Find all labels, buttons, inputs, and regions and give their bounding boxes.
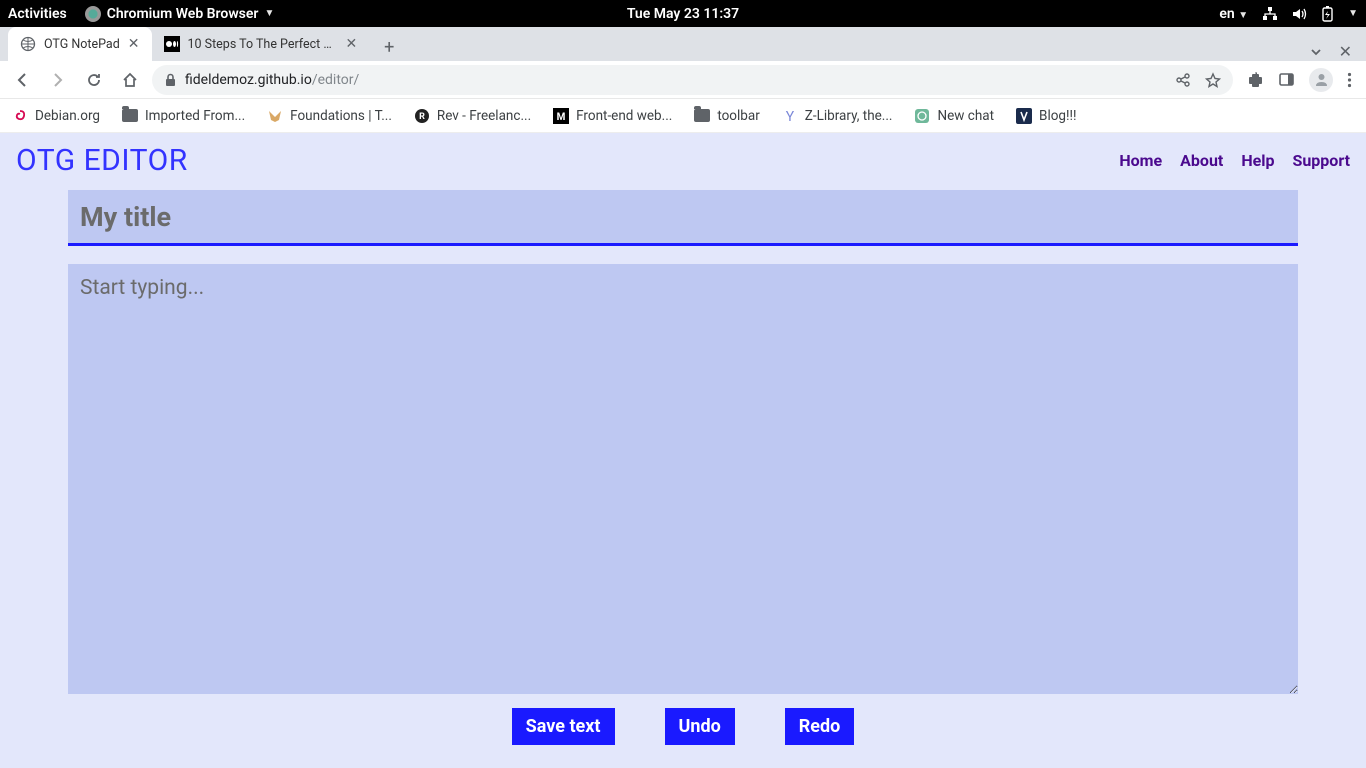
nav-about[interactable]: About bbox=[1180, 151, 1223, 170]
tab-title: OTG NotePad bbox=[44, 37, 120, 52]
bookmark-frontend[interactable]: M Front-end web... bbox=[553, 108, 672, 124]
bookmark-zlibrary[interactable]: Y Z-Library, the... bbox=[782, 108, 893, 124]
kebab-menu-icon[interactable] bbox=[1347, 72, 1352, 88]
activities-button[interactable]: Activities bbox=[8, 6, 67, 22]
bookmark-label: Z-Library, the... bbox=[805, 108, 893, 124]
bookmark-imported[interactable]: Imported From... bbox=[122, 108, 245, 124]
bookmark-label: Foundations | T... bbox=[290, 108, 392, 124]
back-button[interactable] bbox=[8, 66, 36, 94]
app-logo: OTG EDITOR bbox=[16, 143, 188, 178]
tab-strip: OTG NotePad ✕ 10 Steps To The Perfect Po… bbox=[0, 27, 1366, 61]
address-bar[interactable]: fideldemoz.github.io/editor/ bbox=[152, 65, 1233, 95]
system-menu-chevron[interactable]: ▼ bbox=[1348, 8, 1358, 19]
bookmark-newchat[interactable]: New chat bbox=[914, 108, 994, 124]
body-textarea[interactable] bbox=[68, 264, 1298, 694]
redo-button[interactable]: Redo bbox=[785, 708, 855, 745]
editor-area: Save text Undo Redo bbox=[0, 182, 1366, 745]
blog-icon bbox=[1016, 108, 1032, 124]
bookmark-label: Rev - Freelanc... bbox=[437, 108, 531, 124]
browser-toolbar: fideldemoz.github.io/editor/ bbox=[0, 61, 1366, 99]
folder-icon bbox=[694, 108, 710, 124]
profile-avatar[interactable] bbox=[1309, 68, 1333, 92]
bookmark-toolbar[interactable]: toolbar bbox=[694, 108, 759, 124]
new-tab-button[interactable]: + bbox=[375, 33, 403, 61]
chromium-icon bbox=[85, 6, 101, 22]
tab-title: 10 Steps To The Perfect Po bbox=[188, 37, 338, 52]
save-button[interactable]: Save text bbox=[512, 708, 615, 745]
chat-icon bbox=[914, 108, 930, 124]
battery-icon[interactable] bbox=[1321, 6, 1334, 22]
lock-icon bbox=[164, 73, 177, 87]
tab-close-button[interactable]: ✕ bbox=[128, 36, 140, 52]
nav-help[interactable]: Help bbox=[1241, 151, 1274, 170]
z-icon: Y bbox=[782, 108, 798, 124]
bookmarks-bar: Debian.org Imported From... Foundations … bbox=[0, 99, 1366, 133]
nav-home[interactable]: Home bbox=[1119, 151, 1162, 170]
tab-search-button[interactable] bbox=[1309, 45, 1323, 59]
fox-icon bbox=[267, 108, 283, 124]
input-language[interactable]: en ▼ bbox=[1219, 6, 1248, 22]
svg-text:Y: Y bbox=[786, 109, 795, 124]
nav-support[interactable]: Support bbox=[1292, 151, 1350, 170]
svg-text:R: R bbox=[419, 112, 425, 122]
gnome-top-bar: Activities Chromium Web Browser ▼ Tue Ma… bbox=[0, 0, 1366, 27]
bookmark-star-icon[interactable] bbox=[1205, 72, 1221, 88]
bookmark-label: Imported From... bbox=[145, 108, 245, 124]
side-panel-icon[interactable] bbox=[1278, 71, 1295, 88]
bookmark-label: Debian.org bbox=[35, 108, 100, 124]
bookmark-rev[interactable]: R Rev - Freelanc... bbox=[414, 108, 531, 124]
bookmark-label: Front-end web... bbox=[576, 108, 672, 124]
volume-icon[interactable] bbox=[1292, 7, 1307, 21]
mdn-icon: M bbox=[553, 108, 569, 124]
bookmark-foundations[interactable]: Foundations | T... bbox=[267, 108, 392, 124]
bookmark-label: toolbar bbox=[717, 108, 759, 124]
browser-tab-active[interactable]: OTG NotePad ✕ bbox=[8, 27, 152, 61]
chevron-down-icon: ▼ bbox=[264, 8, 274, 19]
bookmark-blog[interactable]: Blog!!! bbox=[1016, 108, 1076, 124]
rev-icon: R bbox=[414, 108, 430, 124]
network-icon[interactable] bbox=[1262, 7, 1278, 21]
bookmark-label: New chat bbox=[937, 108, 994, 124]
clock[interactable]: Tue May 23 11:37 bbox=[627, 6, 739, 22]
tab-close-button[interactable]: ✕ bbox=[346, 36, 358, 52]
debian-icon bbox=[12, 108, 28, 124]
medium-icon bbox=[164, 36, 180, 52]
action-row: Save text Undo Redo bbox=[68, 708, 1298, 745]
app-menu[interactable]: Chromium Web Browser ▼ bbox=[85, 6, 275, 22]
reload-button[interactable] bbox=[80, 66, 108, 94]
app-nav: Home About Help Support bbox=[1119, 151, 1350, 170]
app-header: OTG EDITOR Home About Help Support bbox=[0, 133, 1366, 182]
globe-icon bbox=[20, 36, 36, 52]
bookmark-label: Blog!!! bbox=[1039, 108, 1076, 124]
browser-tab[interactable]: 10 Steps To The Perfect Po ✕ bbox=[152, 27, 370, 61]
home-button[interactable] bbox=[116, 66, 144, 94]
forward-button[interactable] bbox=[44, 66, 72, 94]
page-content: OTG EDITOR Home About Help Support Save … bbox=[0, 133, 1366, 768]
folder-icon bbox=[122, 108, 138, 124]
extensions-icon[interactable] bbox=[1247, 71, 1264, 88]
window-close-button[interactable]: ✕ bbox=[1339, 42, 1352, 61]
title-input[interactable] bbox=[68, 190, 1298, 246]
bookmark-debian[interactable]: Debian.org bbox=[12, 108, 100, 124]
app-menu-label: Chromium Web Browser bbox=[107, 6, 259, 22]
url-text: fideldemoz.github.io/editor/ bbox=[185, 72, 359, 88]
share-icon[interactable] bbox=[1175, 72, 1191, 88]
undo-button[interactable]: Undo bbox=[665, 708, 735, 745]
svg-text:M: M bbox=[557, 112, 566, 123]
